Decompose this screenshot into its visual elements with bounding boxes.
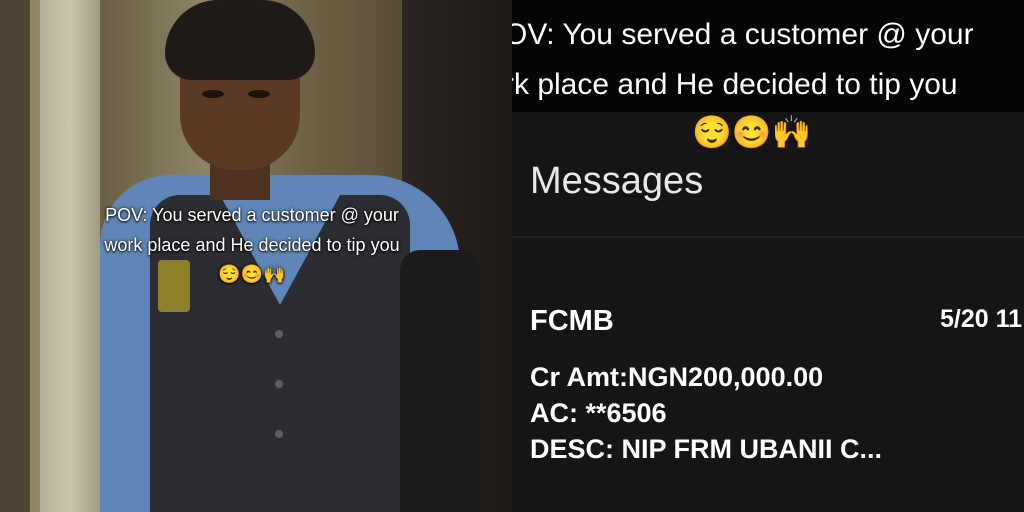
message-account: AC: **6506	[530, 398, 667, 428]
divider	[512, 236, 1024, 238]
collage: POV: You served a customer @ your work p…	[0, 0, 1024, 512]
message-sender[interactable]: FCMB	[530, 305, 614, 338]
left-eye	[202, 90, 224, 98]
video-caption: POV: You served a customer @ your work p…	[62, 200, 442, 288]
video-still-panel: POV: You served a customer @ your work p…	[0, 0, 512, 512]
messages-title: Messages	[530, 160, 704, 202]
vest-button	[275, 380, 283, 388]
caption-line: rk place and He decided to tip you	[512, 68, 958, 101]
dark-bag	[400, 250, 480, 512]
caption-emojis: 😌😊🙌	[692, 114, 812, 150]
messages-screenshot-panel: OV: You served a customer @ your rk plac…	[512, 0, 1024, 512]
vest-button	[275, 430, 283, 438]
vest-button	[275, 330, 283, 338]
message-amount: Cr Amt:NGN200,000.00	[530, 362, 824, 392]
door-frame	[0, 0, 30, 512]
message-date: 5/20 11	[940, 305, 1023, 333]
caption-emojis: 😌😊🙌	[218, 264, 286, 284]
screenshot-caption: OV: You served a customer @ your rk plac…	[512, 10, 1024, 110]
caption-line: OV: You served a customer @ your	[512, 18, 974, 51]
right-eye	[248, 90, 270, 98]
message-description: DESC: NIP FRM UBANII C...	[530, 434, 883, 464]
hair	[165, 0, 315, 80]
caption-line: POV: You served a customer @ your	[105, 205, 399, 225]
caption-line: work place and He decided to tip you	[104, 235, 400, 255]
